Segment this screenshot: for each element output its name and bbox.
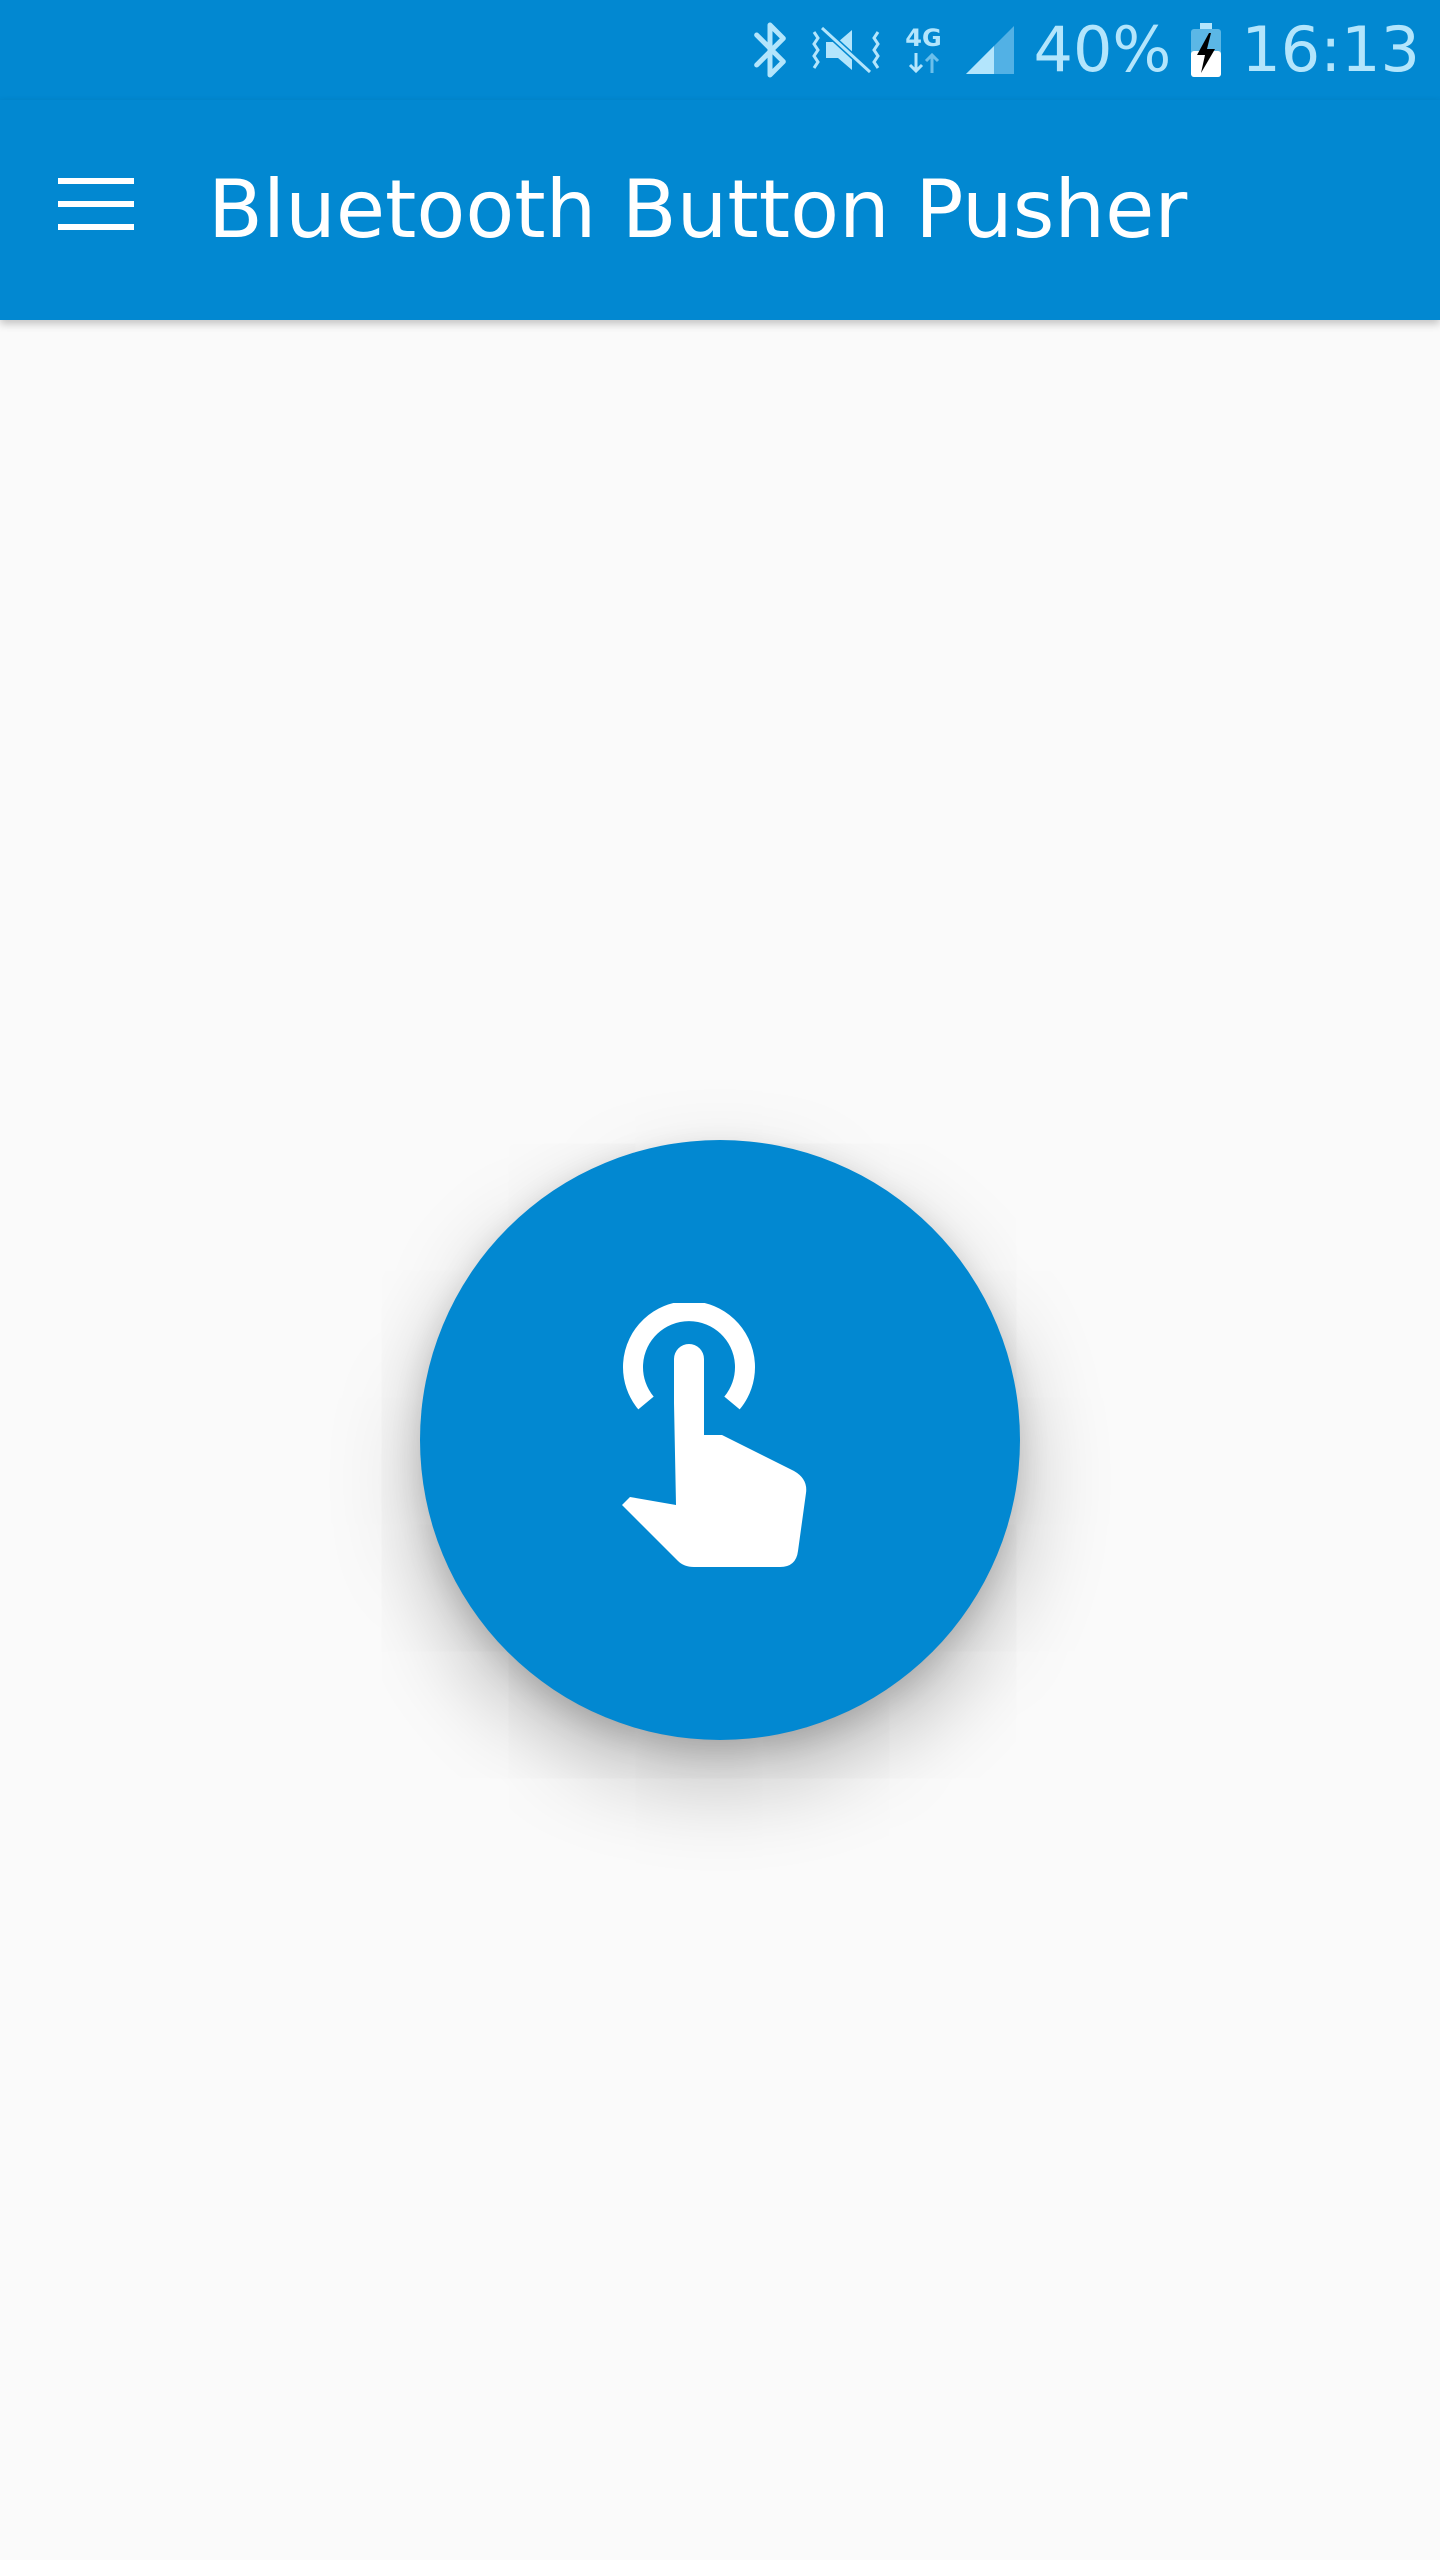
bluetooth-icon <box>750 20 790 80</box>
app-title: Bluetooth Button Pusher <box>208 163 1188 256</box>
battery-charging-icon <box>1189 21 1223 79</box>
network-label: 4G <box>905 24 942 52</box>
touch-hand-icon <box>620 1300 820 1578</box>
menu-button[interactable] <box>30 140 162 272</box>
status-time: 16:13 <box>1241 13 1420 86</box>
status-icons: 4G 40% 16:13 <box>750 0 1420 100</box>
push-button[interactable] <box>420 1140 1020 1740</box>
app-screen: 4G 40% 16:13 Bluetooth Button Pusher <box>0 0 1440 2560</box>
signal-icon <box>964 24 1016 76</box>
app-bar: Bluetooth Button Pusher <box>0 100 1440 320</box>
vibrate-mute-icon <box>808 22 884 78</box>
status-bar: 4G 40% 16:13 <box>0 0 1440 100</box>
battery-percent: 40% <box>1033 13 1172 86</box>
network-4g-icon: 4G <box>902 20 946 80</box>
hamburger-menu-icon <box>58 176 134 237</box>
